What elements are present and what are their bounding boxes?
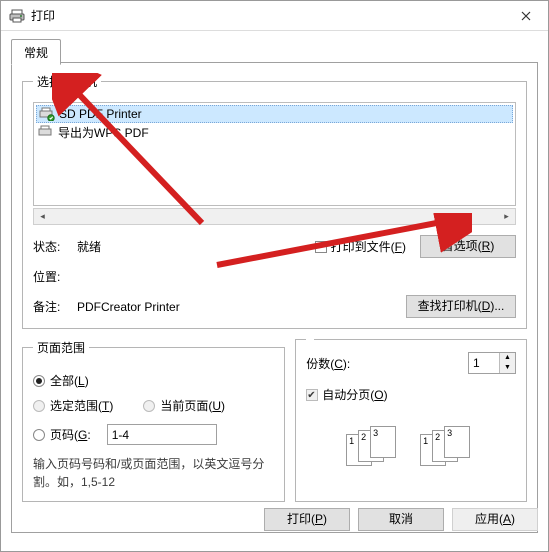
pages-hint: 输入页码号码和/或页面范围，以英文逗号分割。如，1,5-12 xyxy=(33,455,274,491)
group-select-printer: 选择打印机 SD PDF Printer 导出为WPS PDF xyxy=(22,73,527,329)
printer-list[interactable]: SD PDF Printer 导出为WPS PDF xyxy=(33,102,516,206)
checkbox-icon xyxy=(315,241,327,253)
status-value: 就绪 xyxy=(77,238,315,255)
window-title: 打印 xyxy=(31,7,504,24)
scroll-left-button[interactable]: ◂ xyxy=(34,209,51,224)
radio-icon xyxy=(33,375,45,387)
printer-item[interactable]: SD PDF Printer xyxy=(36,105,513,123)
titlebar: 打印 xyxy=(1,1,548,31)
preferences-button[interactable]: 首选项(R) xyxy=(420,235,516,258)
find-printer-button[interactable]: 查找打印机(D)... xyxy=(406,295,516,318)
printer-name: SD PDF Printer xyxy=(59,107,142,121)
range-current-radio: 当前页面(U) xyxy=(143,397,225,414)
tabstrip: 常规 xyxy=(11,39,538,63)
pages-input[interactable] xyxy=(107,424,217,445)
printer-default-icon xyxy=(39,107,55,121)
range-all-radio[interactable]: 全部(L) xyxy=(33,372,89,389)
tab-general[interactable]: 常规 xyxy=(11,39,61,65)
comment-value: PDFCreator Printer xyxy=(77,300,406,314)
status-label: 状态: xyxy=(33,238,77,255)
print-dialog: 打印 常规 选择打印机 SD PDF Printer xyxy=(0,0,549,552)
copies-input[interactable] xyxy=(469,353,499,373)
spin-down-button[interactable]: ▼ xyxy=(500,363,515,373)
close-button[interactable] xyxy=(504,1,548,30)
radio-icon xyxy=(33,400,45,412)
range-selection-radio: 选定范围(T) xyxy=(33,397,113,414)
range-pages-radio[interactable]: 页码(G: xyxy=(33,426,91,443)
scroll-track[interactable] xyxy=(51,209,498,224)
copies-spinner[interactable]: ▲ ▼ xyxy=(468,352,516,374)
print-to-file-checkbox[interactable]: 打印到文件(F) xyxy=(315,238,406,255)
location-label: 位置: xyxy=(33,268,77,285)
comment-label: 备注: xyxy=(33,298,77,315)
apply-button: 应用(A) xyxy=(452,508,538,531)
tab-panel-general: 选择打印机 SD PDF Printer 导出为WPS PDF xyxy=(11,63,538,533)
legend-select-printer: 选择打印机 xyxy=(33,73,101,90)
collate-illustration: 1 2 3 1 2 3 xyxy=(306,418,516,466)
group-copies: 份数(C): ▲ ▼ 自动分页(O) xyxy=(295,339,527,502)
printer-name: 导出为WPS PDF xyxy=(58,124,149,141)
radio-icon xyxy=(143,400,155,412)
collate-checkbox: 自动分页(O) xyxy=(306,386,387,403)
scroll-right-button[interactable]: ▸ xyxy=(498,209,515,224)
printer-icon xyxy=(9,8,25,24)
legend-page-range: 页面范围 xyxy=(33,339,89,356)
printer-item[interactable]: 导出为WPS PDF xyxy=(36,123,513,141)
group-page-range: 页面范围 全部(L) 选定范围(T) xyxy=(22,339,285,502)
radio-icon xyxy=(33,429,45,441)
checkbox-icon xyxy=(306,389,318,401)
print-button[interactable]: 打印(P) xyxy=(264,508,350,531)
printer-list-hscroll[interactable]: ◂ ▸ xyxy=(33,208,516,225)
copies-label: 份数(C): xyxy=(306,355,350,372)
printer-icon xyxy=(38,125,54,139)
spin-up-button[interactable]: ▲ xyxy=(500,353,515,363)
dialog-footer: 打印(P) 取消 应用(A) xyxy=(1,508,548,531)
cancel-button[interactable]: 取消 xyxy=(358,508,444,531)
